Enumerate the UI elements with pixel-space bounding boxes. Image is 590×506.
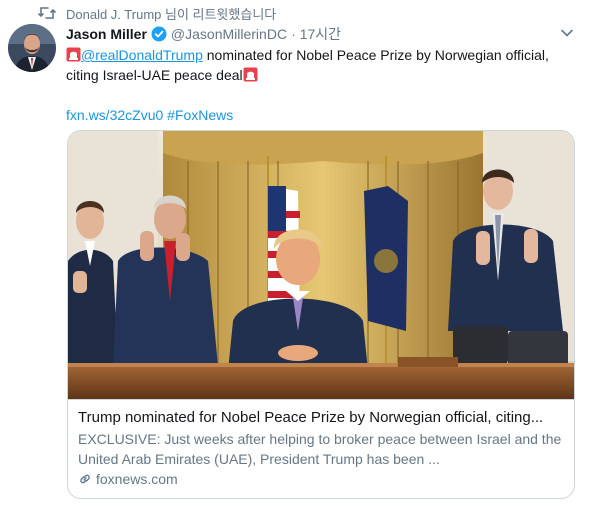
card-meta: Trump nominated for Nobel Peace Prize by… <box>68 399 574 498</box>
hashtag-link[interactable]: #FoxNews <box>167 107 233 123</box>
mention-link[interactable]: @realDonaldTrump <box>81 47 203 63</box>
retweet-icon <box>38 6 56 20</box>
tweet-body: Jason Miller @JasonMillerinDC · 17시간 @re… <box>66 24 578 125</box>
timestamp[interactable]: 17시간 <box>300 24 341 44</box>
tweet-links: fxn.ws/32cZvu0 #FoxNews <box>66 105 578 125</box>
retweet-context: Donald J. Trump 님이 리트윗했습니다 <box>38 4 276 22</box>
card-domain: foxnews.com <box>78 471 566 487</box>
link-preview-card[interactable]: Trump nominated for Nobel Peace Prize by… <box>67 130 575 499</box>
avatar[interactable] <box>8 24 56 72</box>
verified-badge-icon <box>151 26 167 42</box>
chevron-down-icon[interactable] <box>560 26 574 40</box>
rotating-light-emoji-icon <box>66 47 81 62</box>
card-title[interactable]: Trump nominated for Nobel Peace Prize by… <box>78 408 566 428</box>
retweet-context-text[interactable]: Donald J. Trump 님이 리트윗했습니다 <box>66 4 276 23</box>
short-url-link[interactable]: fxn.ws/32cZvu0 <box>66 107 163 123</box>
display-name[interactable]: Jason Miller <box>66 26 147 42</box>
link-icon <box>78 472 92 486</box>
card-description: EXCLUSIVE: Just weeks after helping to b… <box>78 431 562 467</box>
separator-dot: · <box>291 26 296 42</box>
tweet-text: @realDonaldTrump nominated for Nobel Pea… <box>66 45 578 85</box>
card-image[interactable] <box>68 131 574 399</box>
tweet-header: Jason Miller @JasonMillerinDC · 17시간 <box>66 24 578 44</box>
rotating-light-emoji-icon <box>243 67 258 82</box>
card-domain-text: foxnews.com <box>96 471 178 487</box>
user-handle[interactable]: @JasonMillerinDC <box>171 26 287 42</box>
